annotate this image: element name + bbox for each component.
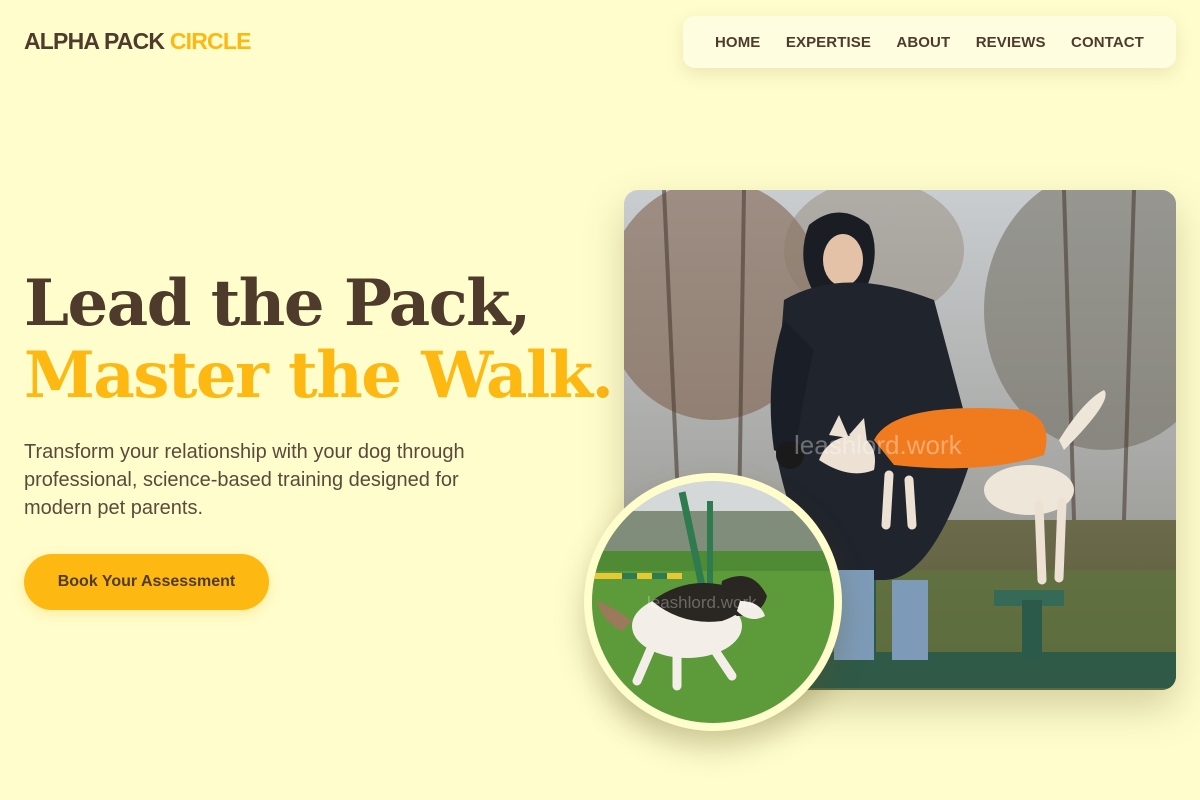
brand-logo[interactable]: ALPHA PACK CIRCLE <box>24 28 251 55</box>
headline-line-2: Master the Walk. <box>24 338 614 413</box>
brand-name-accent: CIRCLE <box>169 28 252 54</box>
main-nav: HOME EXPERTISE ABOUT REVIEWS CONTACT <box>683 16 1176 68</box>
headline-line-1: Lead the Pack, <box>24 266 531 341</box>
nav-item-reviews[interactable]: REVIEWS <box>976 34 1046 51</box>
hero-subtext: Transform your relationship with your do… <box>24 441 465 519</box>
nav-item-contact[interactable]: CONTACT <box>1071 34 1144 51</box>
landing-page: ALPHA PACK CIRCLE HOME EXPERTISE ABOUT R… <box>0 0 1200 800</box>
brand-name-main: ALPHA PACK <box>24 28 165 54</box>
book-assessment-button[interactable]: Book Your Assessment <box>24 554 269 610</box>
running-dog-image <box>592 481 834 723</box>
nav-item-expertise[interactable]: EXPERTISE <box>786 34 871 51</box>
round-photo-frame: leashlord.work <box>592 481 834 723</box>
nav-item-about[interactable]: ABOUT <box>896 34 950 51</box>
hero-round-photo: leashlord.work <box>584 473 842 731</box>
nav-item-home[interactable]: HOME <box>715 34 760 51</box>
hero-headline: Lead the Pack, Master the Walk. <box>24 266 614 413</box>
